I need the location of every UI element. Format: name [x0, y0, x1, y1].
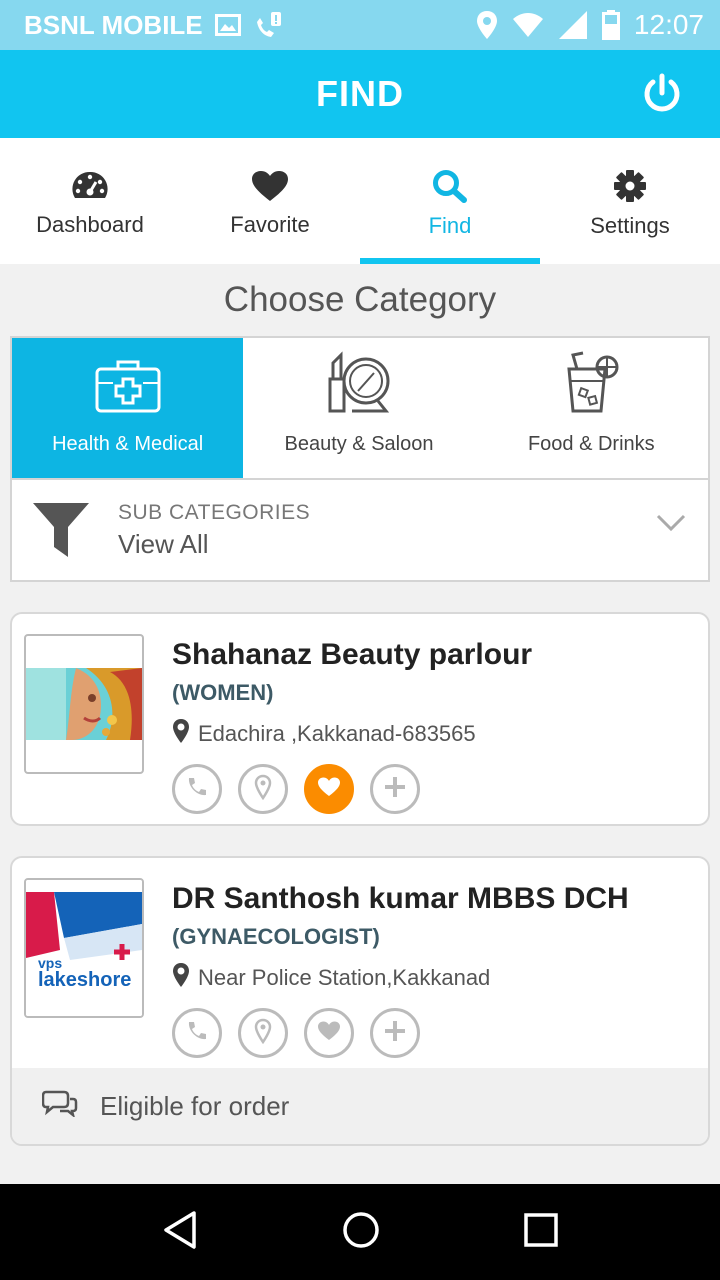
- dashboard-gauge-icon: [71, 170, 109, 202]
- filter-icon: [32, 501, 90, 559]
- tab-label: Find: [428, 213, 472, 238]
- heart-icon: [251, 170, 289, 202]
- tab-settings[interactable]: Settings: [540, 138, 720, 264]
- favorite-button[interactable]: [304, 764, 354, 814]
- location-pin-icon: [172, 718, 190, 750]
- phone-icon: [185, 775, 209, 804]
- system-nav-bar: [0, 1184, 720, 1280]
- clock: 12:07: [633, 9, 704, 40]
- call-button[interactable]: [172, 764, 222, 814]
- tab-label: Dashboard: [36, 212, 144, 237]
- logo-text-lakeshore: lakeshore: [38, 969, 131, 991]
- listing-address: Edachira ,Kakkanad-683565: [198, 721, 476, 746]
- chevron-down-icon: [656, 514, 686, 537]
- map-location-button[interactable]: [238, 764, 288, 814]
- drink-glass-icon: [563, 351, 619, 419]
- plus-icon: [383, 775, 407, 804]
- lipstick-mirror-icon: [326, 351, 392, 419]
- category-health-medical[interactable]: Health & Medical: [12, 338, 244, 478]
- page-title: FIND: [316, 73, 404, 114]
- location-icon: [476, 10, 498, 40]
- plus-icon: [383, 1019, 407, 1048]
- eligible-text: Eligible for order: [100, 1090, 290, 1121]
- sub-categories-value: View All: [118, 528, 209, 559]
- chat-icon: [41, 1089, 78, 1124]
- choose-category-title: Choose Category: [223, 280, 497, 319]
- listing-name: DR Santhosh kumar MBBS DCH: [172, 882, 629, 915]
- home-icon[interactable]: [342, 1211, 380, 1254]
- wifi-icon: [512, 12, 544, 38]
- phone-icon: [185, 1019, 209, 1048]
- location-pin-icon: [172, 962, 190, 994]
- signal-icon: [558, 10, 588, 40]
- missed-call-icon: [253, 10, 283, 40]
- power-icon[interactable]: [640, 72, 684, 116]
- tab-label: Favorite: [230, 212, 310, 237]
- location-pin-icon: [254, 774, 272, 805]
- category-beauty-saloon[interactable]: Beauty & Saloon: [243, 338, 474, 478]
- listing-category: (GYNAECOLOGIST): [172, 924, 380, 949]
- heart-icon: [316, 776, 342, 803]
- listing-name: Shahanaz Beauty parlour: [172, 638, 533, 671]
- eligible-for-order[interactable]: Eligible for order: [12, 1068, 708, 1144]
- favorite-button[interactable]: [304, 1008, 354, 1058]
- search-icon: [432, 169, 468, 203]
- tab-label: Settings: [590, 213, 670, 238]
- category-label: Beauty & Saloon: [284, 433, 434, 455]
- listing-category: (WOMEN): [172, 680, 274, 705]
- tab-favorite[interactable]: Favorite: [180, 138, 360, 264]
- gear-icon: [613, 169, 647, 203]
- category-label: Food & Drinks: [527, 433, 655, 455]
- listing-thumbnail: vps lakeshore: [24, 878, 144, 1018]
- battery-icon: [601, 10, 620, 40]
- tab-find[interactable]: Find: [360, 138, 540, 264]
- tab-dashboard[interactable]: Dashboard: [0, 138, 180, 264]
- category-selector: Health & Medical Beauty & Saloon Food & …: [10, 336, 710, 582]
- image-icon: [214, 14, 241, 36]
- listing-thumbnail: [24, 634, 144, 774]
- add-button[interactable]: [370, 764, 420, 814]
- listing-address: Near Police Station,Kakkanad: [198, 965, 491, 990]
- status-bar: BSNL MOBILE 12:07: [0, 0, 720, 50]
- carrier-name: BSNL MOBILE: [24, 9, 203, 40]
- listing-card[interactable]: vps lakeshore DR Santhosh kumar MBBS DCH…: [10, 856, 710, 1146]
- heart-icon: [316, 1020, 342, 1047]
- map-location-button[interactable]: [238, 1008, 288, 1058]
- back-icon[interactable]: [162, 1210, 198, 1255]
- category-label: Health & Medical: [52, 433, 204, 455]
- app-bar: FIND: [0, 50, 720, 138]
- category-food-drinks[interactable]: Food & Drinks: [475, 338, 708, 478]
- medical-kit-icon: [95, 359, 161, 419]
- add-button[interactable]: [370, 1008, 420, 1058]
- listing-card[interactable]: Shahanaz Beauty parlour (WOMEN) Edachira…: [10, 612, 710, 826]
- recents-icon[interactable]: [524, 1212, 558, 1252]
- call-button[interactable]: [172, 1008, 222, 1058]
- location-pin-icon: [254, 1018, 272, 1049]
- sub-categories-dropdown[interactable]: SUB CATEGORIES View All: [12, 480, 708, 580]
- tab-bar: Dashboard Favorite Find Settings: [0, 138, 720, 264]
- sub-categories-label: SUB CATEGORIES: [118, 500, 311, 524]
